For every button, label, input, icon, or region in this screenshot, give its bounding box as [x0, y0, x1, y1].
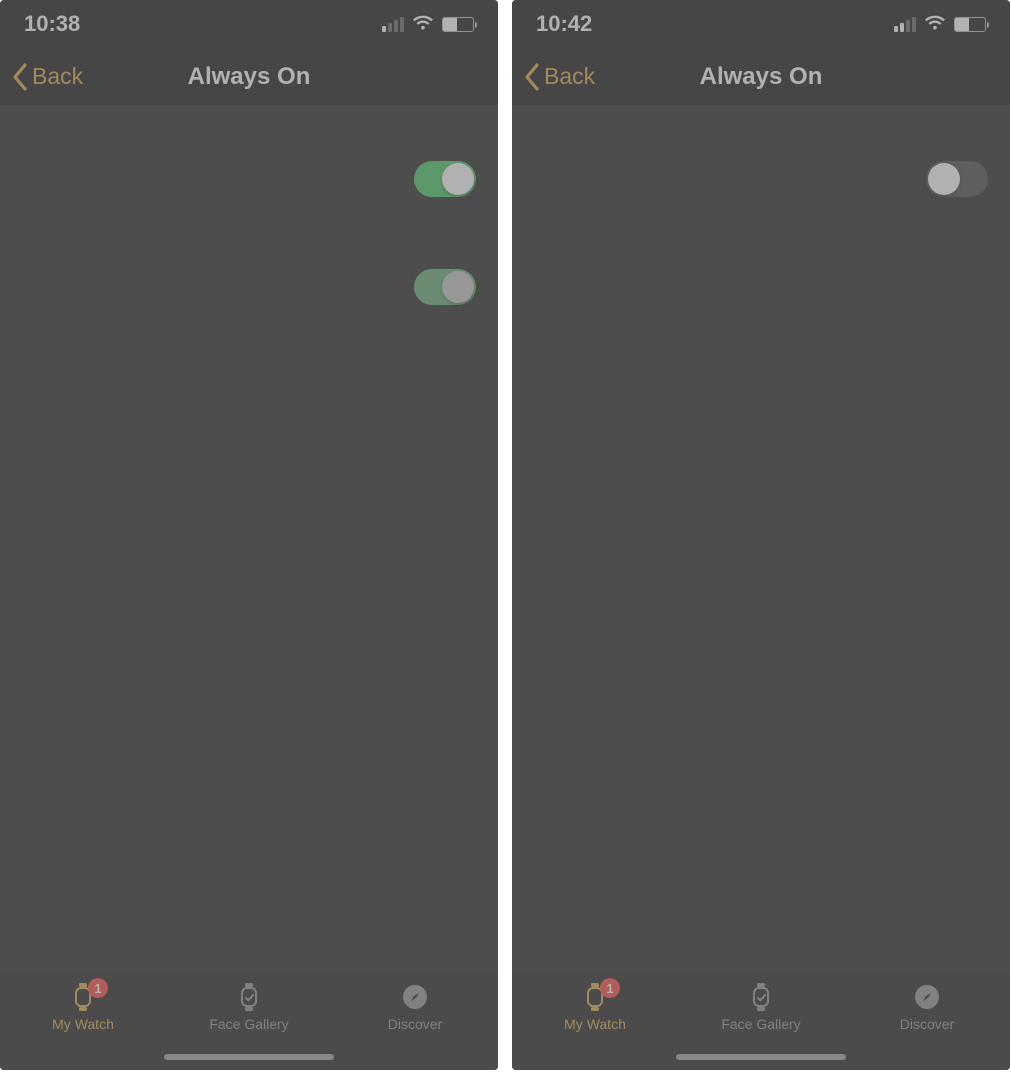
back-button[interactable]: Back	[524, 48, 595, 105]
back-button[interactable]: Back	[12, 48, 83, 105]
back-label: Back	[544, 63, 595, 90]
status-time: 10:38	[24, 11, 80, 37]
back-label: Back	[32, 63, 83, 90]
cellular-signal-icon	[382, 17, 404, 32]
watch-icon: 1	[580, 982, 610, 1012]
home-indicator[interactable]	[164, 1054, 334, 1060]
tab-discover[interactable]: Discover	[867, 982, 987, 1032]
battery-icon	[954, 17, 986, 32]
tab-label: Discover	[388, 1016, 442, 1032]
nav-bar: Back Always On	[512, 48, 1010, 106]
badge: 1	[600, 978, 620, 998]
chevron-left-icon	[12, 63, 28, 91]
tab-label: My Watch	[564, 1016, 626, 1032]
status-time: 10:42	[536, 11, 592, 37]
tab-discover[interactable]: Discover	[355, 982, 475, 1032]
compass-icon	[912, 982, 942, 1012]
nav-bar: Back Always On	[0, 48, 498, 106]
compass-icon	[400, 982, 430, 1012]
status-bar: 10:42	[512, 0, 1010, 48]
badge: 1	[88, 978, 108, 998]
chevron-left-icon	[524, 63, 540, 91]
tab-label: Face Gallery	[209, 1016, 288, 1032]
tab-face-gallery[interactable]: Face Gallery	[701, 982, 821, 1032]
tab-my-watch[interactable]: 1 My Watch	[23, 982, 143, 1032]
battery-icon	[442, 17, 474, 32]
face-gallery-icon	[234, 982, 264, 1012]
tab-my-watch[interactable]: 1 My Watch	[535, 982, 655, 1032]
wifi-icon	[924, 11, 946, 37]
page-title: Always On	[700, 63, 823, 91]
watch-icon: 1	[68, 982, 98, 1012]
tab-label: Face Gallery	[721, 1016, 800, 1032]
page-title: Always On	[188, 63, 311, 91]
screen-right: 10:42 Back Always On Always On	[512, 0, 1010, 1070]
wifi-icon	[412, 11, 434, 37]
tab-face-gallery[interactable]: Face Gallery	[189, 982, 309, 1032]
tab-label: My Watch	[52, 1016, 114, 1032]
hide-sensitive-toggle[interactable]	[414, 269, 476, 305]
tab-label: Discover	[900, 1016, 954, 1032]
cellular-signal-icon	[894, 17, 916, 32]
screen-left: 10:38 Back Always On Always On	[0, 0, 498, 1070]
status-bar: 10:38	[0, 0, 498, 48]
always-on-toggle[interactable]	[414, 161, 476, 197]
always-on-toggle[interactable]	[926, 161, 988, 197]
face-gallery-icon	[746, 982, 776, 1012]
home-indicator[interactable]	[676, 1054, 846, 1060]
